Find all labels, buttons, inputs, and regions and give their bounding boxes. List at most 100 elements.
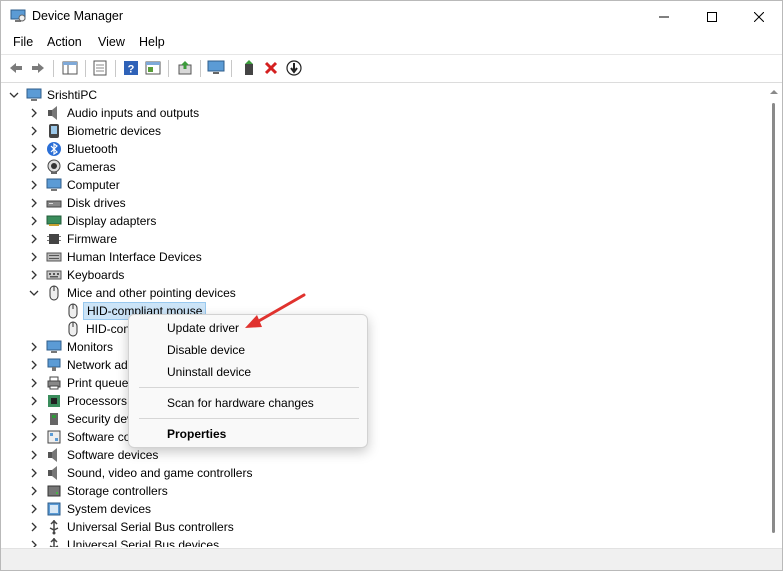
vertical-scrollbar[interactable] [767,85,781,547]
menu-uninstall-device[interactable]: Uninstall device [167,365,251,379]
menu-file[interactable]: File [13,35,33,49]
show-hide-console-tree-icon[interactable] [60,58,80,78]
tree-category-label: Print queue [67,376,129,390]
chevron-right-icon[interactable] [28,214,40,228]
scroll-up-icon[interactable] [770,89,778,95]
menu-action[interactable]: Action [47,35,82,49]
computer-icon [26,87,42,103]
chevron-down-icon[interactable] [8,88,20,102]
chevron-right-icon[interactable] [28,106,40,120]
tree-category[interactable]: Processors [1,392,761,410]
chevron-down-icon[interactable] [28,286,40,300]
tree-category[interactable]: Software co [1,428,761,446]
chevron-right-icon[interactable] [28,484,40,498]
help-icon[interactable]: ? [121,58,141,78]
chevron-right-icon[interactable] [28,340,40,354]
tree-category-label: Network ad [67,358,128,372]
tree-category[interactable]: Sound, video and game controllers [1,464,761,482]
system-icon [46,501,62,517]
tree-device-label: HID-con [86,322,131,336]
menu-update-driver[interactable]: Update driver [167,321,239,335]
security-icon [46,411,62,427]
device-manager-icon [10,9,26,22]
properties-sheet-icon[interactable] [90,58,110,78]
tree-category[interactable]: Storage controllers [1,482,761,500]
horizontal-scrollbar[interactable] [1,548,782,570]
printer-icon [46,375,62,391]
back-arrow-icon[interactable] [6,58,26,78]
chevron-right-icon[interactable] [28,232,40,246]
chevron-right-icon[interactable] [28,160,40,174]
disable-device-icon[interactable] [284,58,304,78]
tree-category[interactable]: System devices [1,500,761,518]
tree-category-label: Security dev [67,412,134,426]
tree-category-label: Sound, video and game controllers [67,466,253,480]
tree-device[interactable]: HID-compliant mouse [1,302,761,320]
tree-category[interactable]: Cameras [1,158,761,176]
menu-properties[interactable]: Properties [167,427,226,441]
chevron-right-icon[interactable] [28,430,40,444]
maximize-button[interactable] [689,1,735,32]
menu-view[interactable]: View [98,35,125,49]
title-bar: Device Manager [1,1,782,32]
tree-device[interactable]: HID-con [1,320,761,338]
mouse-icon [65,303,81,319]
tree-category-label: Bluetooth [67,142,118,156]
menu-scan-hardware[interactable]: Scan for hardware changes [167,396,314,410]
add-legacy-hardware-icon[interactable] [239,58,259,78]
chevron-right-icon[interactable] [28,466,40,480]
tree-category[interactable]: Universal Serial Bus devices [1,536,761,547]
chevron-right-icon[interactable] [28,142,40,156]
chevron-right-icon[interactable] [28,250,40,264]
chevron-right-icon[interactable] [28,196,40,210]
chevron-right-icon[interactable] [28,520,40,534]
chevron-right-icon[interactable] [28,358,40,372]
tree-category[interactable]: Audio inputs and outputs [1,104,761,122]
chevron-right-icon[interactable] [28,538,40,547]
tree-category[interactable]: Biometric devices [1,122,761,140]
chevron-right-icon[interactable] [28,412,40,426]
tree-root-label: SrishtiPC [47,88,98,102]
tree-category-label: Mice and other pointing devices [67,286,236,300]
tree-category[interactable]: Computer [1,176,761,194]
update-driver-icon[interactable] [175,58,195,78]
uninstall-device-icon[interactable] [261,58,281,78]
context-menu: Update driver Disable device Uninstall d… [128,314,368,448]
menu-help[interactable]: Help [139,35,165,49]
minimize-button[interactable] [641,1,687,32]
tree-category-label: Audio inputs and outputs [67,106,200,120]
tree-category[interactable]: Network ad [1,356,761,374]
close-button[interactable] [736,1,782,32]
display-adapter-icon [46,213,62,229]
tree-category[interactable]: Security dev [1,410,761,428]
tree-category[interactable]: Mice and other pointing devices [1,284,761,302]
usb-icon [46,519,62,535]
chevron-right-icon[interactable] [28,394,40,408]
tree-category[interactable]: Display adapters [1,212,761,230]
tree-category[interactable]: Keyboards [1,266,761,284]
action-pane-icon[interactable] [143,58,163,78]
device-tree: SrishtiPC Audio inputs and outputs Biomet… [1,85,767,547]
tree-category[interactable]: Disk drives [1,194,761,212]
menu-disable-device[interactable]: Disable device [167,343,245,357]
chevron-right-icon[interactable] [28,178,40,192]
scan-hardware-icon[interactable] [206,58,226,78]
tree-category[interactable]: Software devices [1,446,761,464]
tree-category[interactable]: Human Interface Devices [1,248,761,266]
tree-category[interactable]: Print queue [1,374,761,392]
tree-category[interactable]: Monitors [1,338,761,356]
camera-icon [46,159,62,175]
scroll-thumb[interactable] [772,103,775,533]
chevron-right-icon[interactable] [28,376,40,390]
tree-category[interactable]: Universal Serial Bus controllers [1,518,761,536]
tree-category[interactable]: Bluetooth [1,140,761,158]
chevron-right-icon[interactable] [28,124,40,138]
forward-arrow-icon[interactable] [28,58,48,78]
chevron-right-icon[interactable] [28,502,40,516]
tree-category-label: Software devices [67,448,159,462]
chevron-right-icon[interactable] [28,448,40,462]
chevron-right-icon[interactable] [28,268,40,282]
tree-category-label: Human Interface Devices [67,250,202,264]
tree-root[interactable]: SrishtiPC [1,86,761,104]
tree-category[interactable]: Firmware [1,230,761,248]
